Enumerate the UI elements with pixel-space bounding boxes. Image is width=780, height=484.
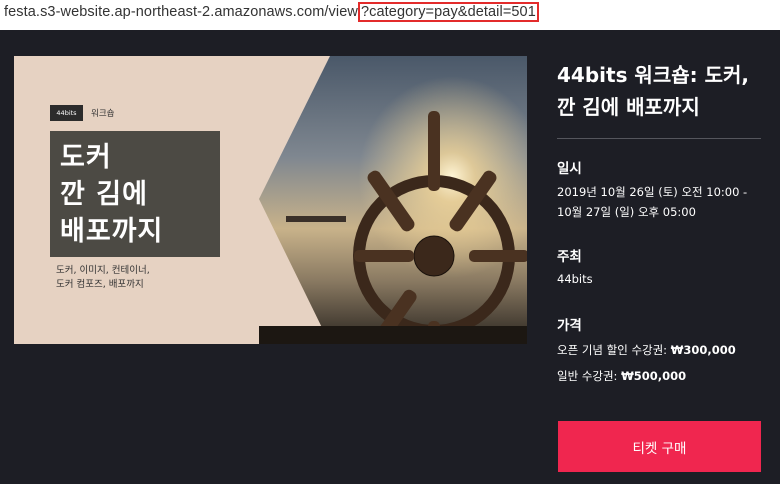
banner-title-box: 도커 깐 김에 배포까지 xyxy=(50,131,220,257)
date-heading: 일시 xyxy=(557,161,582,177)
banner-title-line: 도커 xyxy=(60,142,112,173)
host-heading: 주최 xyxy=(557,249,582,265)
date-text-line1: 2019년 10월 26일 (토) 오전 10:00 - xyxy=(557,185,748,199)
price-early-bird-label: 오픈 기념 할인 수강권: xyxy=(557,343,671,357)
price-regular: 일반 수강권: ₩500,000 xyxy=(557,368,686,384)
price-regular-label: 일반 수강권: xyxy=(557,369,622,383)
price-regular-value: ₩500,000 xyxy=(621,369,687,383)
event-banner: 44bits 워크숍 도커 깐 김에 배포까지 도커, 이미지, 컨테이너, 도… xyxy=(14,56,527,344)
event-title: 44bits 워크숍: 도커, 깐 김에 배포까지 xyxy=(557,63,749,119)
banner-subtitle-line: 도커 컴포즈, 배포까지 xyxy=(56,279,144,290)
price-early-bird-value: ₩300,000 xyxy=(670,343,736,357)
banner-subtitle: 도커, 이미지, 컨테이너, 도커 컴포즈, 배포까지 xyxy=(56,264,150,292)
44bits-logo: 44bits xyxy=(50,105,83,121)
buy-ticket-button[interactable]: 티켓 구매 xyxy=(558,421,761,472)
banner-title-line: 깐 김에 xyxy=(60,179,148,210)
url-query-highlight: ?category=pay&detail=501 xyxy=(357,2,539,22)
price-heading: 가격 xyxy=(557,318,582,334)
brand-tag: 워크숍 xyxy=(91,109,115,119)
divider xyxy=(557,138,761,139)
date-text-line2: 10월 27일 (일) 오후 05:00 xyxy=(557,205,696,219)
brand-row: 44bits 워크숍 xyxy=(50,105,114,121)
browser-address-bar[interactable]: festa.s3-website.ap-northeast-2.amazonaw… xyxy=(0,0,780,30)
url-text[interactable]: festa.s3-website.ap-northeast-2.amazonaw… xyxy=(4,2,539,22)
banner-subtitle-line: 도커, 이미지, 컨테이너, xyxy=(56,265,150,276)
price-early-bird: 오픈 기념 할인 수강권: ₩300,000 xyxy=(557,342,736,358)
banner-title-line: 배포까지 xyxy=(60,216,164,247)
url-base: festa.s3-website.ap-northeast-2.amazonaw… xyxy=(4,4,358,20)
host-text: 44bits xyxy=(557,272,593,286)
